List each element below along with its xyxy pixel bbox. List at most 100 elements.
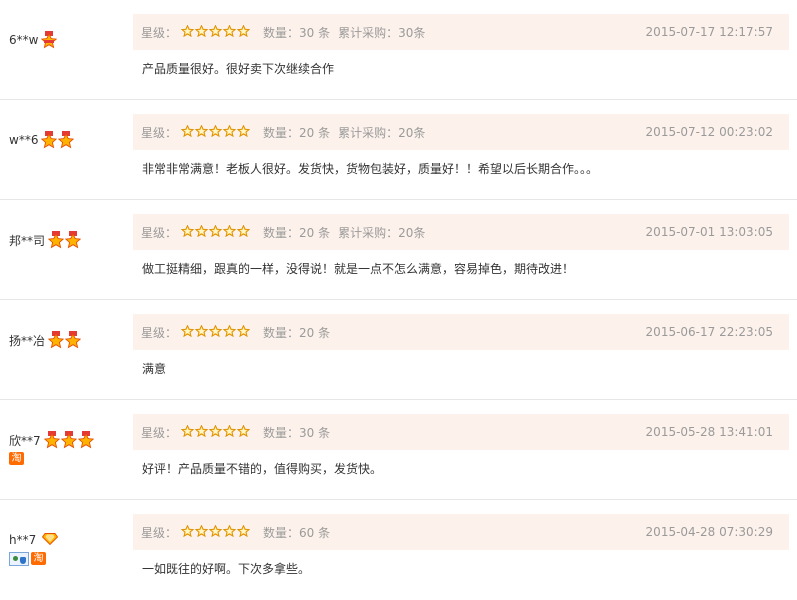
rating-star-icon [194, 524, 209, 540]
cumulative-purchase-text: 累计采购：20条 [338, 125, 426, 140]
credit-star-badge-icon [48, 231, 65, 249]
rating-star-icon [222, 324, 237, 340]
rating-star-icon [222, 124, 237, 140]
review-list: 6**w 星级： 数量：30 条 累计采购：30条 2015-07-17 12:… [0, 0, 797, 600]
review-meta-bar: 星级： 数量：20 条 2015-06-17 22:23:05 [133, 314, 789, 350]
review-meta-bar: 星级： 数量：20 条 累计采购：20条 2015-07-01 13:03:05 [133, 214, 789, 250]
rating-label: 星级： [141, 425, 178, 440]
credit-star-badge-icon [41, 31, 58, 49]
review-meta-bar: 星级： 数量：60 条 2015-04-28 07:30:29 [133, 514, 789, 550]
reviewer-name[interactable]: 扬**冶 [9, 332, 45, 349]
rating-label: 星级： [141, 525, 178, 540]
reviewer: 6**w [9, 30, 129, 50]
rating-star-icon [208, 424, 223, 440]
rating-star-icon [180, 24, 195, 40]
reviewer-name[interactable]: w**6 [9, 133, 38, 147]
quantity-text: 数量：60 条 [263, 525, 331, 540]
review-date: 2015-07-17 12:17:57 [645, 25, 773, 39]
rating-label: 星级： [141, 325, 178, 340]
credit-badges [48, 331, 82, 349]
reviewer: 扬**冶 [9, 330, 129, 350]
quantity-text: 数量：30 条 [263, 25, 331, 40]
review-date: 2015-07-12 00:23:02 [645, 125, 773, 139]
reviewer: 邦**司 [9, 230, 129, 250]
review-meta-bar: 星级： 数量：20 条 累计采购：20条 2015-07-12 00:23:02 [133, 114, 789, 150]
rating-stars [180, 524, 251, 540]
reviewer-name[interactable]: 欣**7 [9, 432, 41, 449]
review-date: 2015-06-17 22:23:05 [645, 325, 773, 339]
rating-star-icon [222, 24, 237, 40]
rating-stars [180, 224, 251, 240]
credit-star-badge-icon [58, 131, 75, 149]
reviewer: 欣**7 淘 [9, 430, 129, 465]
reviewer: h**7 淘 [9, 530, 129, 566]
rating-star-icon [222, 524, 237, 540]
review-comment: 一如既往的好啊。下次多拿些。 [142, 562, 311, 576]
rating-stars [180, 324, 251, 340]
rating-label: 星级： [141, 125, 178, 140]
credit-badges [41, 31, 58, 49]
credit-badges [39, 532, 59, 548]
review-date: 2015-05-28 13:41:01 [645, 425, 773, 439]
cumulative-purchase-text: 累计采购：30条 [338, 25, 426, 40]
rating-star-icon [180, 224, 195, 240]
quantity-text: 数量：20 条 [263, 325, 331, 340]
rating-star-icon [236, 224, 251, 240]
reviewer-name[interactable]: 邦**司 [9, 232, 45, 249]
rating-star-icon [208, 324, 223, 340]
quantity-text: 数量：20 条 [263, 125, 331, 140]
credit-star-badge-icon [65, 231, 82, 249]
rating-label: 星级： [141, 25, 178, 40]
review-comment: 非常非常满意！老板人很好。发货快，货物包装好，质量好！！希望以后长期合作。。。 [142, 162, 599, 176]
rating-star-icon [208, 224, 223, 240]
rating-star-icon [180, 524, 195, 540]
rating-star-icon [236, 124, 251, 140]
review-date: 2015-04-28 07:30:29 [645, 525, 773, 539]
rating-star-icon [194, 124, 209, 140]
rating-stars [180, 24, 251, 40]
quantity-text: 数量：20 条 [263, 225, 331, 240]
rating-star-icon [180, 324, 195, 340]
review-comment: 产品质量很好。很好卖下次继续合作 [142, 62, 335, 76]
credit-star-badge-icon [43, 431, 60, 449]
rating-label: 星级： [141, 225, 178, 240]
review-meta-bar: 星级： 数量：30 条 2015-05-28 13:41:01 [133, 414, 789, 450]
review-item: h**7 淘 星级： 数量：60 条 2015-04-28 07:30:29 一… [0, 500, 797, 600]
reviewer-name[interactable]: h**7 [9, 533, 36, 547]
review-comment: 满意 [142, 362, 167, 376]
cumulative-purchase-text: 累计采购：20条 [338, 225, 426, 240]
rating-stars [180, 424, 251, 440]
credit-star-badge-icon [77, 431, 94, 449]
review-item: 欣**7 淘 星级： 数量：30 条 2015-05-28 13:41:01 好… [0, 400, 797, 500]
rating-star-icon [222, 224, 237, 240]
review-meta-bar: 星级： 数量：30 条 累计采购：30条 2015-07-17 12:17:57 [133, 14, 789, 50]
review-date: 2015-07-01 13:03:05 [645, 225, 773, 239]
rating-star-icon [194, 324, 209, 340]
credit-badges [41, 131, 75, 149]
rating-star-icon [236, 524, 251, 540]
reviewer: w**6 [9, 130, 129, 150]
reviewer-name[interactable]: 6**w [9, 33, 38, 47]
identity-icon [9, 552, 29, 566]
review-comment: 做工挺精细，跟真的一样，没得说！就是一点不怎么满意，容易掉色，期待改进！ [142, 262, 575, 276]
credit-star-badge-icon [48, 331, 65, 349]
review-item: 6**w 星级： 数量：30 条 累计采购：30条 2015-07-17 12:… [0, 0, 797, 100]
rating-star-icon [236, 24, 251, 40]
rating-star-icon [194, 424, 209, 440]
credit-star-badge-icon [41, 131, 58, 149]
diamond-badge-icon [42, 532, 59, 548]
rating-star-icon [208, 524, 223, 540]
rating-star-icon [222, 424, 237, 440]
rating-star-icon [208, 24, 223, 40]
tao-icon: 淘 [31, 552, 46, 565]
rating-star-icon [236, 324, 251, 340]
review-item: w**6 星级： 数量：20 条 累计采购：20条 2015-07-12 00:… [0, 100, 797, 200]
credit-badges [43, 431, 95, 449]
rating-star-icon [194, 224, 209, 240]
review-item: 扬**冶 星级： 数量：20 条 2015-06-17 22:23:05 满意 [0, 300, 797, 400]
rating-stars [180, 124, 251, 140]
credit-badges [48, 231, 82, 249]
quantity-text: 数量：30 条 [263, 425, 331, 440]
rating-star-icon [236, 424, 251, 440]
review-comment: 好评！产品质量不错的，值得购买，发货快。 [142, 462, 383, 476]
